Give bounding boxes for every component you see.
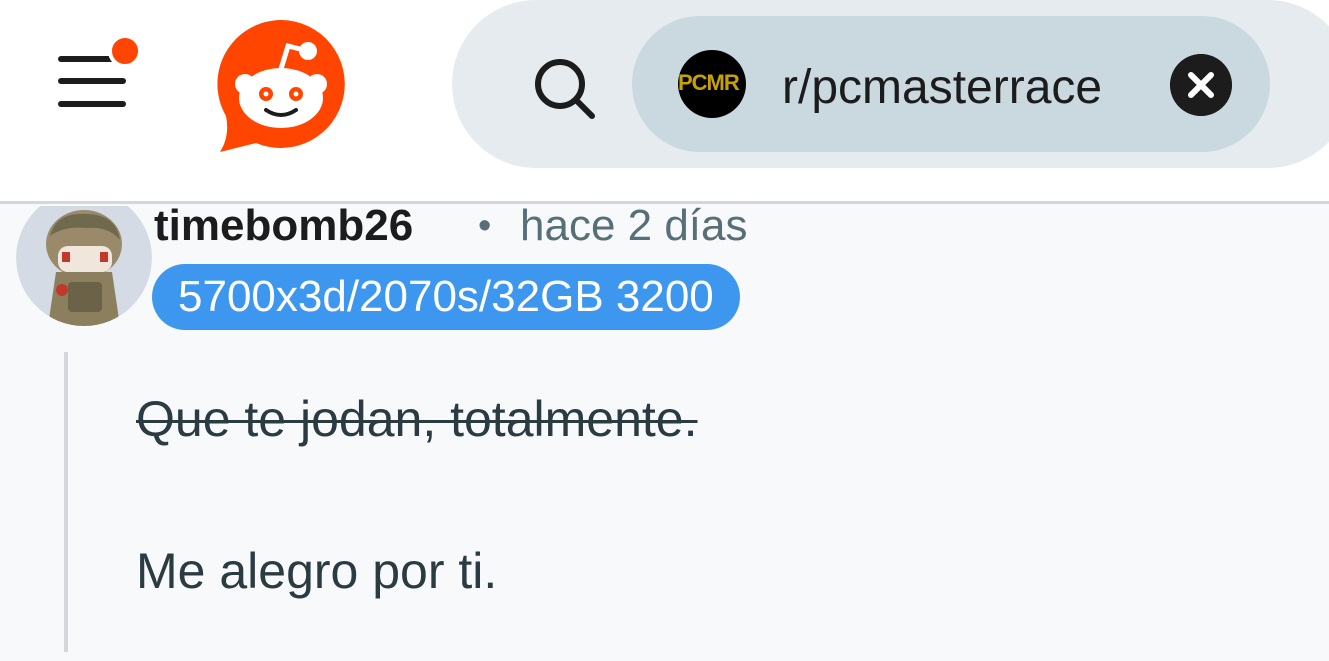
- meta-separator: •: [478, 205, 492, 247]
- search-icon[interactable]: [528, 52, 600, 124]
- reddit-logo-icon[interactable]: [210, 14, 352, 156]
- user-avatar[interactable]: [16, 206, 152, 326]
- top-bar: PCMR r/pcmasterrace: [0, 0, 1329, 204]
- menu-bar-middle: [58, 78, 126, 84]
- comment-author[interactable]: timebomb26: [154, 200, 413, 252]
- menu-bar-bottom: [58, 101, 126, 107]
- comment-timestamp: hace 2 días: [520, 201, 748, 250]
- community-name: r/pcmasterrace: [782, 61, 1103, 114]
- thread-line[interactable]: [64, 352, 68, 652]
- community-avatar-text: PCMR: [678, 70, 740, 95]
- community-avatar: PCMR: [678, 50, 746, 118]
- notification-dot: [108, 34, 142, 68]
- comment-body-text: Me alegro por ti.: [136, 543, 498, 599]
- comment-struck-text: Que te jodan, totalmente.: [136, 391, 698, 447]
- close-icon[interactable]: [1170, 54, 1232, 116]
- menu-button[interactable]: [50, 34, 150, 130]
- user-flair: 5700x3d/2070s/32GB 3200: [152, 264, 740, 330]
